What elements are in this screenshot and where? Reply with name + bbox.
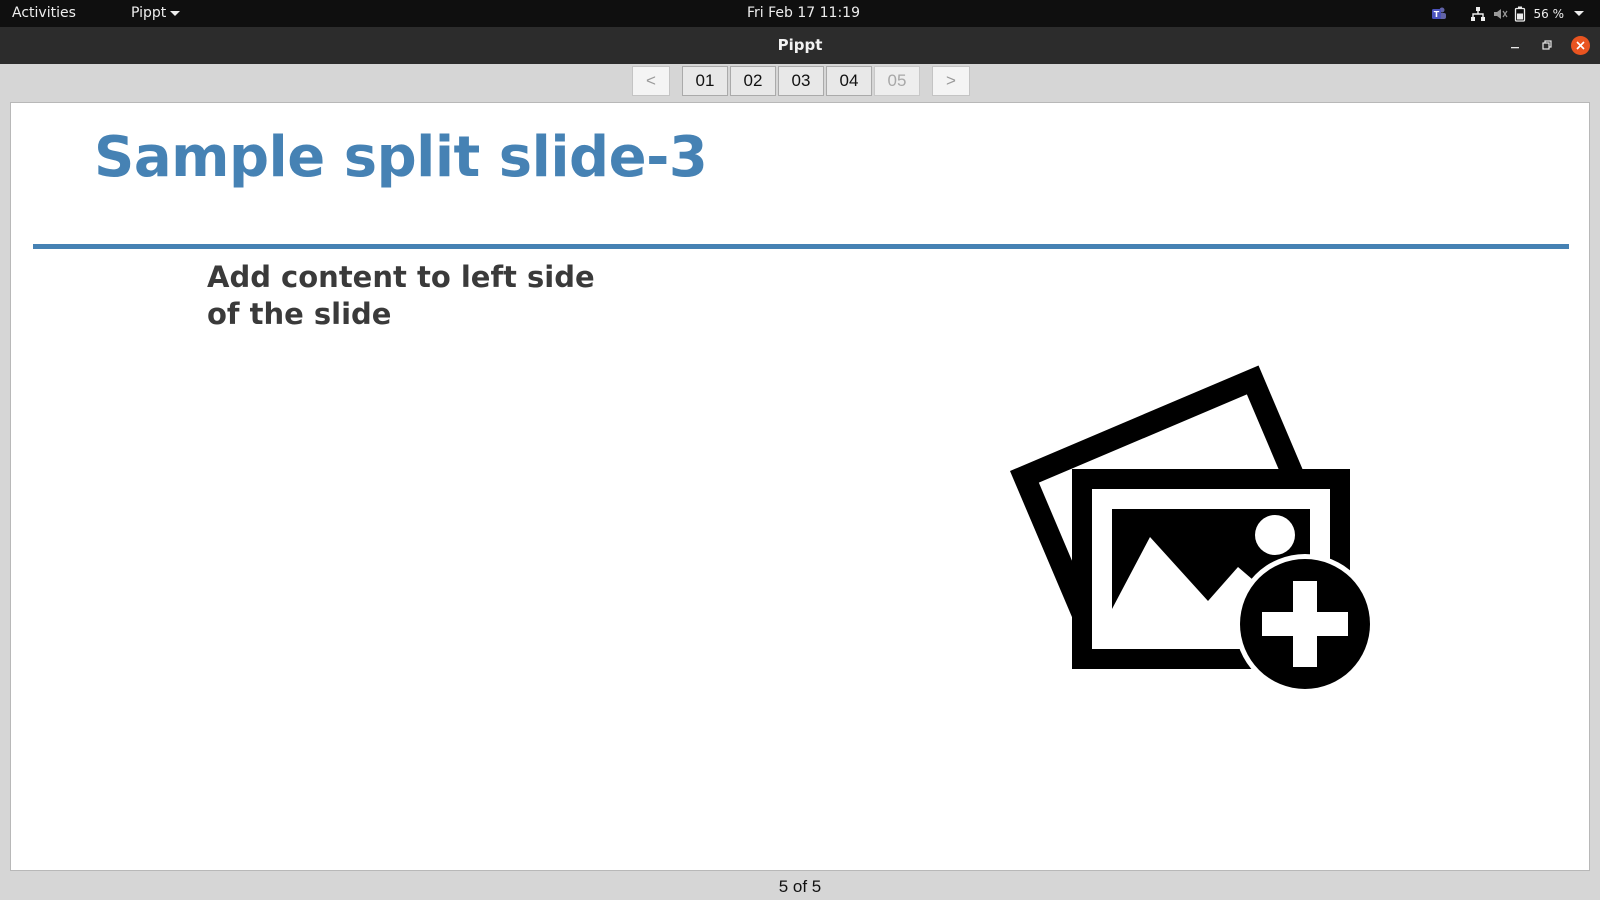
maximize-button[interactable] <box>1537 35 1557 55</box>
app-menu[interactable]: Pippt <box>131 5 181 21</box>
minimize-icon <box>1511 47 1519 49</box>
restore-icon <box>1542 40 1552 50</box>
slide-navigation: < 01 02 03 04 05 > <box>0 66 1600 96</box>
slide-left-content: Add content to left side of the slide <box>207 260 595 331</box>
window-title: Pippt <box>777 36 823 54</box>
network-icon[interactable] <box>1470 6 1486 22</box>
clock[interactable]: Fri Feb 17 11:19 <box>747 5 860 21</box>
slide-canvas: Sample split slide-3 Add content to left… <box>10 102 1590 871</box>
previous-slide-button[interactable]: < <box>632 66 670 96</box>
system-top-bar: Activities Pippt Fri Feb 17 11:19 T 56 % <box>0 0 1600 27</box>
caret-down-icon <box>170 10 181 16</box>
slide-button-02[interactable]: 02 <box>730 66 776 96</box>
minimize-button[interactable] <box>1505 35 1525 55</box>
app-menu-label: Pippt <box>131 5 167 21</box>
slide-button-05[interactable]: 05 <box>874 66 920 96</box>
close-icon <box>1576 41 1585 50</box>
activities-button[interactable]: Activities <box>12 5 76 21</box>
volume-muted-icon[interactable] <box>1492 6 1508 22</box>
next-slide-button[interactable]: > <box>932 66 970 96</box>
page-indicator: 5 of 5 <box>778 877 822 896</box>
title-divider <box>33 244 1569 249</box>
teams-icon[interactable]: T <box>1430 6 1448 22</box>
svg-text:T: T <box>1433 10 1439 19</box>
close-button[interactable] <box>1571 36 1590 55</box>
window-title-bar[interactable]: Pippt <box>0 27 1600 64</box>
battery-icon[interactable] <box>1514 6 1526 22</box>
chevron-down-icon[interactable] <box>1574 11 1584 16</box>
system-tray[interactable]: T 56 % <box>1430 0 1584 27</box>
slide-button-01[interactable]: 01 <box>682 66 728 96</box>
slide-button-04[interactable]: 04 <box>826 66 872 96</box>
battery-percentage: 56 % <box>1533 6 1565 21</box>
add-image-icon[interactable] <box>1009 361 1395 701</box>
slide-title: Sample split slide-3 <box>94 125 708 190</box>
slide-button-03[interactable]: 03 <box>778 66 824 96</box>
